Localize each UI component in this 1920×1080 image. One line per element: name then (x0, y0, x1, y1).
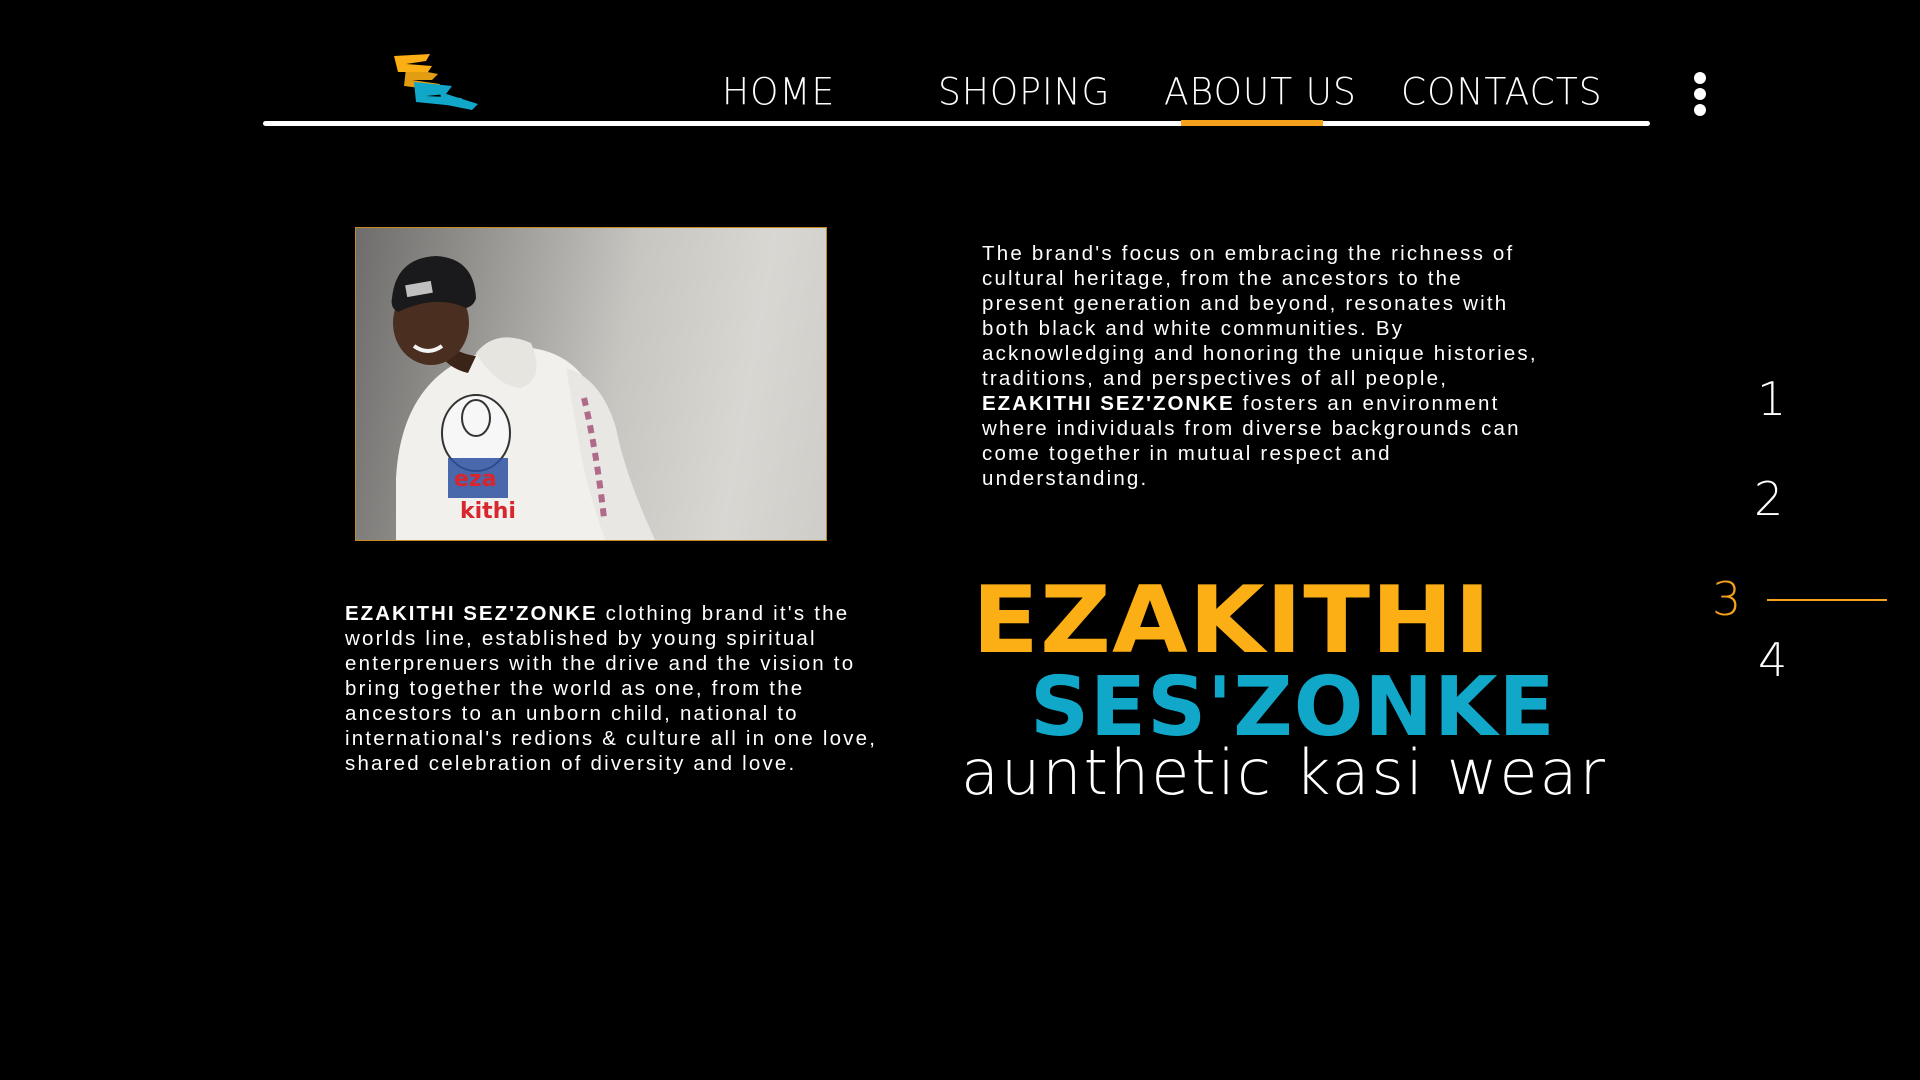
brand-tagline: aunthetic kasi wear (961, 736, 1608, 809)
kebab-menu-icon[interactable] (1688, 72, 1712, 120)
svg-text:kithi: kithi (460, 499, 516, 524)
about-description-right: The brand's focus on embracing the richn… (982, 242, 1538, 490)
svg-text:eza: eza (454, 467, 497, 492)
nav-active-indicator (1181, 120, 1323, 126)
active-page-indicator (1767, 599, 1887, 601)
brand-name-bold: EZAKITHI SEZ'ZONKE (982, 392, 1235, 415)
about-photo: eza kithi (355, 227, 827, 541)
page-2[interactable]: 2 (1754, 472, 1783, 526)
brand-title-line1: EZAKITHI (972, 566, 1492, 675)
brand-name-bold: EZAKITHI SEZ'ZONKE (345, 602, 598, 625)
nav-divider (263, 121, 1650, 126)
nav-contacts[interactable]: CONTACTS (1401, 71, 1603, 114)
page-1[interactable]: 1 (1757, 372, 1786, 426)
page-3[interactable]: 3 (1712, 572, 1741, 626)
person-photo-illustration: eza kithi (391, 256, 656, 540)
nav-about-us[interactable]: ABOUT US (1164, 71, 1357, 114)
about-description-left: EZAKITHI SEZ'ZONKE clothing brand it's t… (345, 602, 878, 775)
logo-zigzag-icon (394, 54, 478, 110)
page-4[interactable]: 4 (1758, 633, 1787, 687)
nav-home[interactable]: HOME (722, 71, 835, 114)
brand-logo[interactable] (392, 52, 480, 112)
nav-shoping[interactable]: SHOPING (938, 71, 1110, 114)
